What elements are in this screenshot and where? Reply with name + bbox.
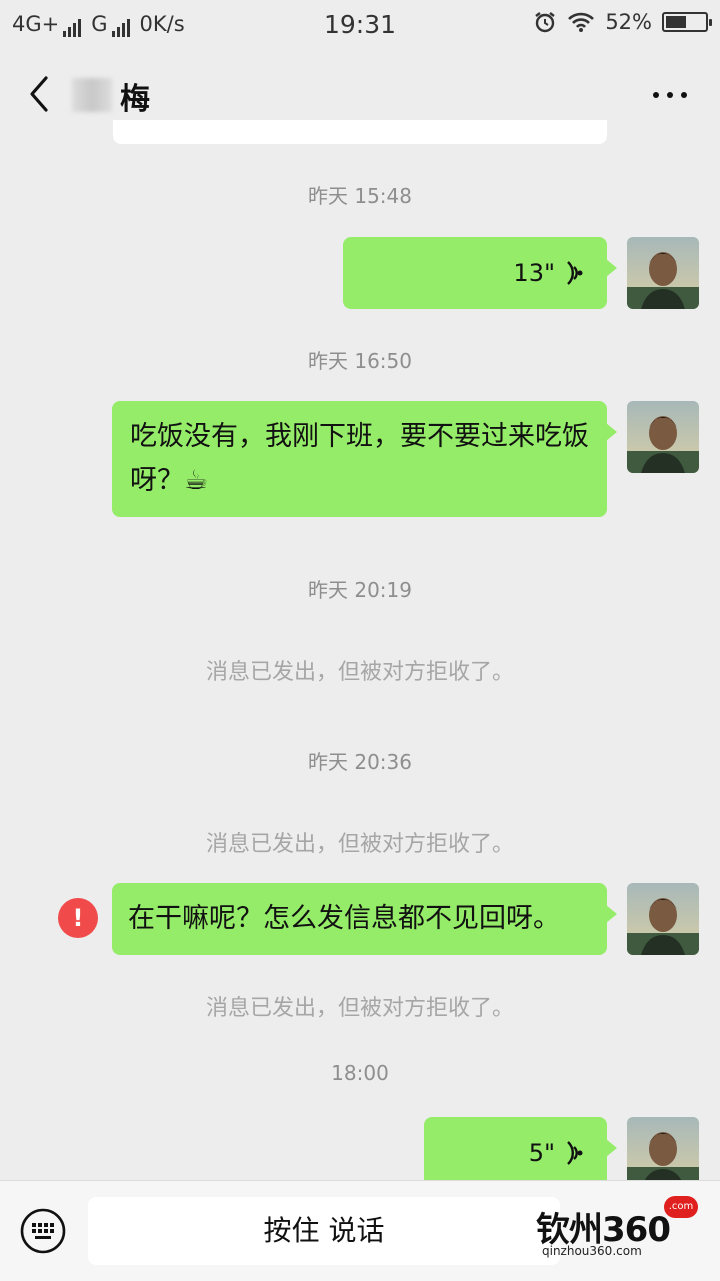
rejection-notice: 消息已发出，但被对方拒收了。 (205, 996, 514, 1021)
user-avatar[interactable] (627, 237, 699, 309)
avatar-image (627, 883, 699, 955)
avatar-image (627, 237, 699, 309)
watermark-logo: 钦州360 .com qinzhou360.com (536, 1196, 716, 1276)
voice-message-content: 13" (513, 237, 585, 309)
avatar-image (627, 401, 699, 473)
watermark-badge: .com (664, 1196, 698, 1218)
voice-duration: 13" (513, 259, 555, 287)
voice-wave-icon (567, 1141, 583, 1165)
rejection-notice: 消息已发出，但被对方拒收了。 (205, 832, 514, 857)
send-failed-icon[interactable]: ! (58, 898, 98, 938)
message-text: 吃饭没有，我刚下班，要不要过来吃饭呀？☕ (130, 421, 589, 496)
user-avatar[interactable] (627, 883, 699, 955)
timestamp: 昨天 20:19 (308, 578, 412, 602)
rejection-notice: 消息已发出，但被对方拒收了。 (205, 660, 514, 685)
user-avatar[interactable] (627, 1117, 699, 1189)
voice-message-bubble[interactable]: 5" (424, 1117, 617, 1189)
voice-wave-icon (567, 261, 583, 285)
back-arrow-icon[interactable] (22, 72, 58, 116)
status-icons: 52% (533, 10, 712, 34)
battery-percent: 52% (605, 10, 652, 34)
battery-level (666, 16, 686, 28)
blurred-name-region (72, 78, 112, 112)
voice-message-bubble[interactable]: 13" (343, 237, 617, 309)
timestamp: 昨天 15:48 (308, 184, 412, 208)
voice-duration: 5" (528, 1139, 555, 1167)
previous-message-edge (113, 120, 607, 144)
timestamp: 昨天 16:50 (308, 349, 412, 373)
battery-icon (662, 12, 712, 32)
hold-to-talk-button[interactable]: 按住 说话 (88, 1197, 560, 1265)
status-bar: 4G+ G 0K/s 19:31 52% (0, 0, 720, 50)
keyboard-icon[interactable] (19, 1207, 67, 1255)
text-message-bubble[interactable]: 在干嘛呢？怎么发信息都不见回呀。 (112, 883, 617, 955)
wifi-icon (568, 12, 595, 32)
message-text: 在干嘛呢？怎么发信息都不见回呀。 (128, 903, 560, 934)
more-options-icon[interactable] (650, 80, 690, 110)
user-avatar[interactable] (627, 401, 699, 473)
watermark-url: qinzhou360.com (542, 1244, 642, 1258)
alarm-icon (535, 12, 556, 33)
timestamp: 18:00 (331, 1061, 389, 1085)
voice-message-content: 5" (529, 1117, 585, 1189)
text-message-bubble[interactable]: 吃饭没有，我刚下班，要不要过来吃饭呀？☕ (112, 401, 617, 517)
timestamp: 昨天 20:36 (308, 750, 412, 774)
contact-name: 梅 (120, 82, 150, 117)
avatar-image (627, 1117, 699, 1189)
